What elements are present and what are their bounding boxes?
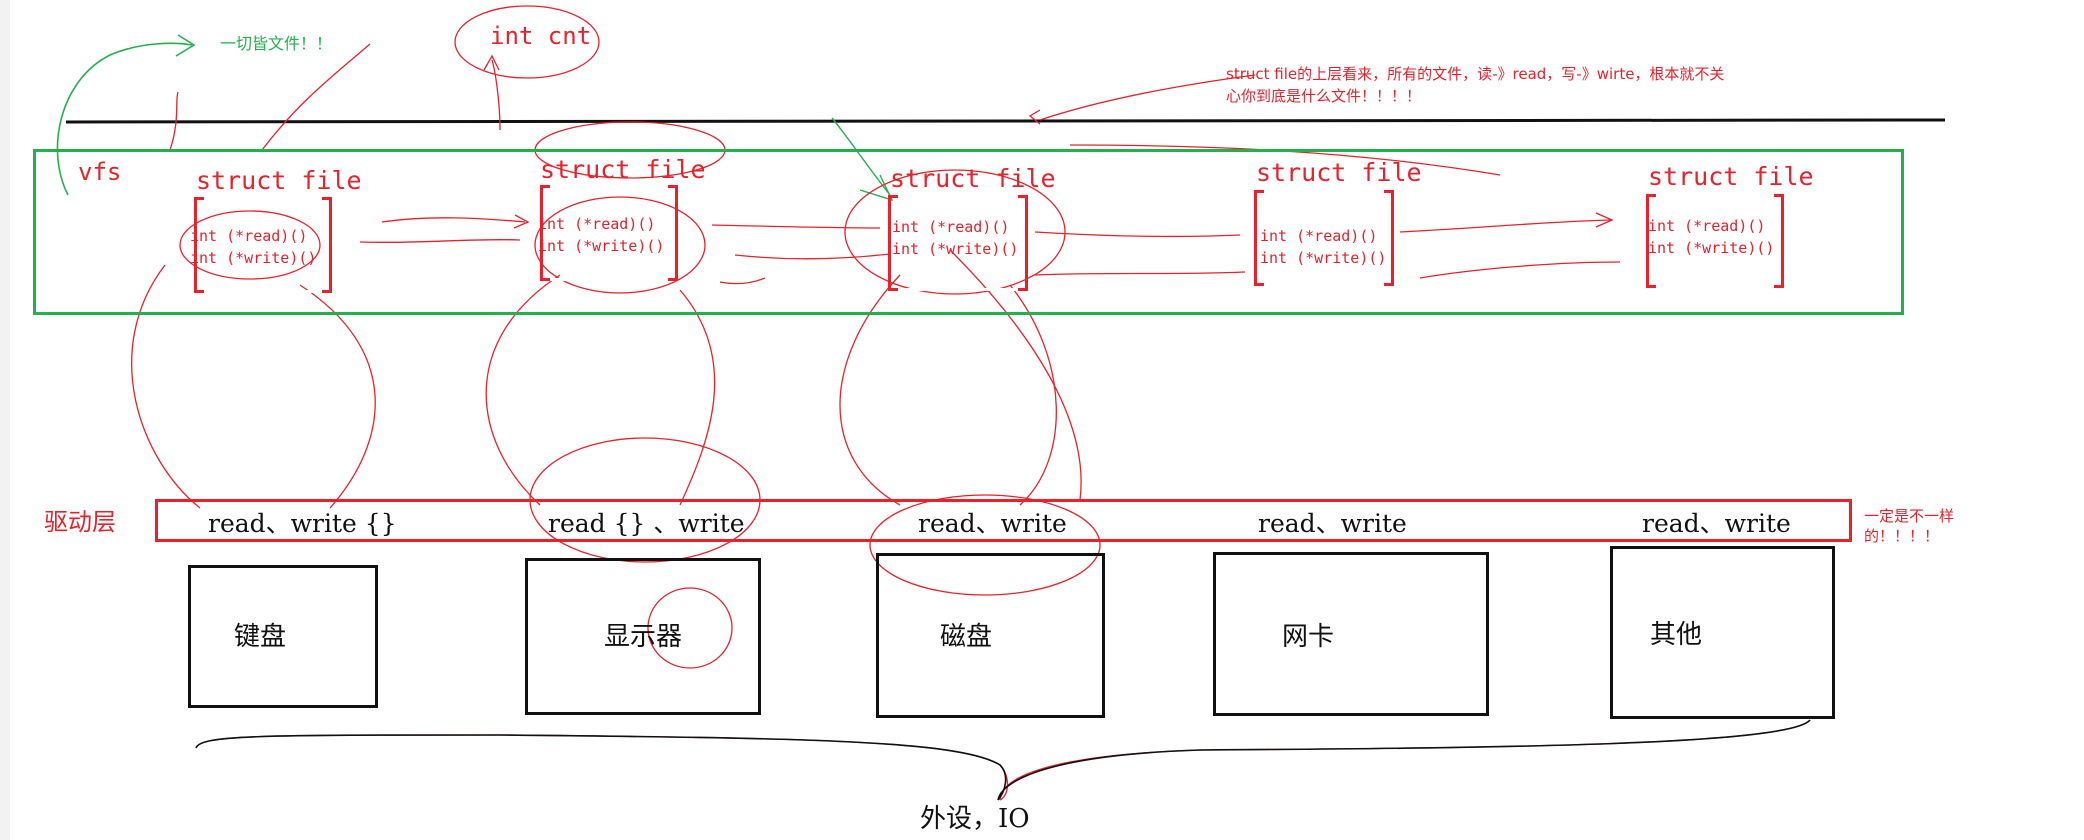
struct-file-title-1: struct file [196,166,362,195]
struct-file-write-3: int (*write)() [892,240,1019,258]
struct-file-write-2: int (*write)() [538,237,665,255]
struct-file-title-4: struct file [1256,158,1422,187]
int-cnt-note: int cnt [490,22,592,50]
peripherals-label: 外设，IO [920,804,1030,834]
device-box-nic [1213,552,1489,716]
struct-file-title-5: struct file [1648,162,1814,191]
struct-file-read-5: int (*read)() [1648,217,1766,235]
diagram-canvas: 一切皆文件！！ int cnt struct file的上层看来，所有的文件，读… [0,0,2084,840]
everything-is-file-note: 一切皆文件！！ [220,34,333,53]
struct-file-write-1: int (*write)() [190,249,317,267]
driver-ops-1: read、write {} [208,509,397,538]
upper-layer-note-line1: struct file的上层看来，所有的文件，读-》read，写-》wirte，… [1226,65,1725,83]
struct-file-title-2: struct file [540,155,706,184]
driver-ops-2: read {} 、write [548,509,745,538]
vfs-label: vfs [78,158,122,186]
driver-layer-label: 驱动层 [44,508,116,536]
device-label-display: 显示器 [604,622,683,652]
struct-file-read-1: int (*read)() [190,227,308,245]
struct-file-read-2: int (*read)() [538,215,656,233]
struct-file-title-3: struct file [890,164,1056,193]
driver-ops-5: read、write [1642,509,1791,538]
struct-file-write-4: int (*write)() [1260,249,1387,267]
driver-note-line1: 一定是不一样 [1864,507,1955,525]
struct-file-read-3: int (*read)() [892,218,1010,236]
device-label-keyboard: 键盘 [234,622,287,652]
struct-file-read-4: int (*read)() [1260,227,1378,245]
upper-layer-note-line2: 心你到底是什么文件！！！！ [1226,87,1422,105]
driver-ops-4: read、write [1258,509,1407,538]
device-label-other: 其他 [1650,620,1703,650]
device-box-other [1610,546,1835,719]
driver-ops-3: read、write [918,509,1067,538]
struct-file-write-5: int (*write)() [1648,239,1775,257]
driver-note-line2: 的！！！！ [1864,527,1940,545]
device-label-nic: 网卡 [1282,622,1335,652]
device-label-disk: 磁盘 [940,622,993,652]
